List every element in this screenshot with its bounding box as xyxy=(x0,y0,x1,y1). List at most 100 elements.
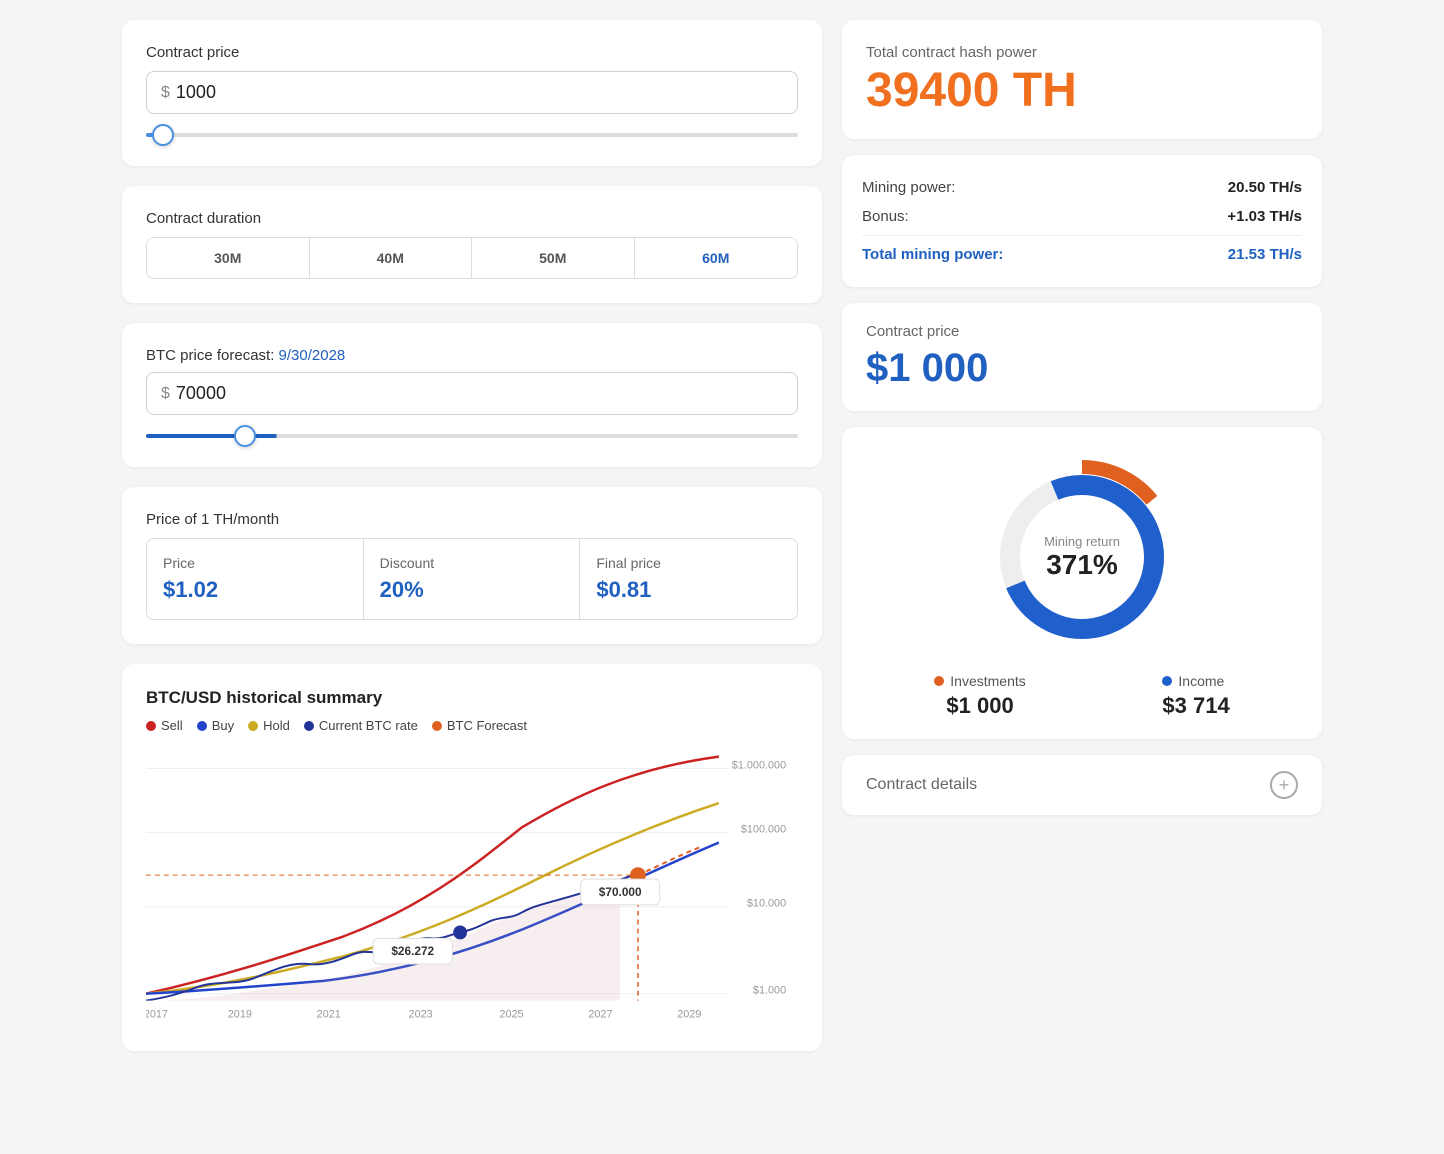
total-mining-value: 21.53 TH/s xyxy=(1228,246,1302,263)
tab-40m[interactable]: 40M xyxy=(310,238,473,278)
legend-buy: Buy xyxy=(197,718,234,733)
btc-forecast-label: BTC price forecast: 9/30/2028 xyxy=(146,347,798,364)
chart-svg: $1.000.000 $100.000 $10.000 $1.000 xyxy=(146,747,798,1027)
btc-forecast-date-link[interactable]: 9/30/2028 xyxy=(279,347,346,364)
chart-area: $1.000.000 $100.000 $10.000 $1.000 xyxy=(146,747,798,1027)
legend-current-btc-label: Current BTC rate xyxy=(319,718,418,733)
bonus-row: Bonus: +1.03 TH/s xyxy=(862,202,1302,231)
svg-text:$26.272: $26.272 xyxy=(391,944,434,958)
svg-text:2021: 2021 xyxy=(317,1008,341,1020)
income-legend: Income $3 714 xyxy=(1162,673,1229,719)
investments-legend-label: Investments xyxy=(934,673,1025,689)
contract-duration-label: Contract duration xyxy=(146,210,798,227)
legend-buy-label: Buy xyxy=(212,718,234,733)
donut-card: Mining return 371% Investments $1 000 In… xyxy=(842,427,1322,739)
chart-legend: Sell Buy Hold Current BTC rate BTC Forec… xyxy=(146,718,798,733)
hash-label: Total contract hash power xyxy=(866,44,1298,61)
legend-hold-label: Hold xyxy=(263,718,290,733)
btc-price-input-box: $ 70000 xyxy=(146,372,798,415)
duration-tabs: 30M 40M 50M 60M xyxy=(146,237,798,279)
investments-value: $1 000 xyxy=(934,693,1025,719)
bonus-value: +1.03 TH/s xyxy=(1227,208,1302,225)
th-price-label: Price of 1 TH/month xyxy=(146,511,798,528)
btc-price-display: 70000 xyxy=(176,383,226,404)
legend-btc-forecast-dot xyxy=(432,721,442,731)
contract-price-slider-wrap xyxy=(146,124,798,142)
btc-forecast-card: BTC price forecast: 9/30/2028 $ 70000 xyxy=(122,323,822,467)
hash-power-card: Total contract hash power 39400 TH xyxy=(842,20,1322,139)
contract-currency-symbol: $ xyxy=(161,84,170,102)
svg-text:2019: 2019 xyxy=(228,1008,252,1020)
main-container: Contract price $ 1000 Contract duration … xyxy=(122,20,1322,1051)
chart-title: BTC/USD historical summary xyxy=(146,688,798,708)
svg-text:2025: 2025 xyxy=(499,1008,523,1020)
svg-text:$100.000: $100.000 xyxy=(741,824,786,836)
mining-power-label: Mining power: xyxy=(862,179,955,196)
price-cell-discount-value: 20% xyxy=(380,577,564,603)
btc-price-slider-wrap xyxy=(146,425,798,443)
donut-center: Mining return 371% xyxy=(1044,534,1120,581)
btc-currency-symbol: $ xyxy=(161,385,170,403)
contract-price-section-label: Contract price xyxy=(146,44,798,61)
th-price-card: Price of 1 TH/month Price $1.02 Discount… xyxy=(122,487,822,644)
legend-hold: Hold xyxy=(248,718,290,733)
income-dot xyxy=(1162,676,1172,686)
income-legend-label: Income xyxy=(1162,673,1229,689)
mining-divider xyxy=(862,235,1302,236)
tab-60m[interactable]: 60M xyxy=(635,238,798,278)
legend-btc-forecast: BTC Forecast xyxy=(432,718,527,733)
donut-return-value: 371% xyxy=(1044,549,1120,581)
legend-current-btc: Current BTC rate xyxy=(304,718,418,733)
svg-text:$10.000: $10.000 xyxy=(747,898,786,910)
legend-buy-dot xyxy=(197,721,207,731)
price-cell-final-value: $0.81 xyxy=(596,577,781,603)
price-cell-final: Final price $0.81 xyxy=(580,539,797,619)
tab-30m[interactable]: 30M xyxy=(147,238,310,278)
legend-sell-dot xyxy=(146,721,156,731)
mining-power-row: Mining power: 20.50 TH/s xyxy=(862,173,1302,202)
contract-price-input-box: $ 1000 xyxy=(146,71,798,114)
legend-sell-label: Sell xyxy=(161,718,183,733)
contract-price-slider[interactable] xyxy=(146,133,798,137)
price-cell-price-value: $1.02 xyxy=(163,577,347,603)
contract-price-display-label: Contract price xyxy=(866,323,1298,340)
legend-current-btc-dot xyxy=(304,721,314,731)
contract-details-row[interactable]: Contract details + xyxy=(842,755,1322,815)
donut-legend: Investments $1 000 Income $3 714 xyxy=(866,673,1298,719)
income-value: $3 714 xyxy=(1162,693,1229,719)
svg-text:2017: 2017 xyxy=(146,1008,168,1020)
right-panel: Total contract hash power 39400 TH Minin… xyxy=(842,20,1322,1051)
legend-hold-dot xyxy=(248,721,258,731)
svg-text:2027: 2027 xyxy=(588,1008,612,1020)
tab-50m[interactable]: 50M xyxy=(472,238,635,278)
legend-btc-forecast-label: BTC Forecast xyxy=(447,718,527,733)
contract-price-display-value: $1 000 xyxy=(866,346,1298,391)
left-panel: Contract price $ 1000 Contract duration … xyxy=(122,20,822,1051)
bonus-label: Bonus: xyxy=(862,208,909,225)
price-cell-price: Price $1.02 xyxy=(147,539,364,619)
chart-card: BTC/USD historical summary Sell Buy Hold… xyxy=(122,664,822,1051)
investments-legend: Investments $1 000 xyxy=(934,673,1025,719)
svg-text:$1.000: $1.000 xyxy=(753,985,786,997)
svg-text:$70.000: $70.000 xyxy=(599,885,642,899)
total-mining-label: Total mining power: xyxy=(862,246,1003,263)
contract-price-display: 1000 xyxy=(176,82,216,103)
contract-duration-card: Contract duration 30M 40M 50M 60M xyxy=(122,186,822,303)
legend-sell: Sell xyxy=(146,718,183,733)
mining-power-value: 20.50 TH/s xyxy=(1228,179,1302,196)
expand-icon[interactable]: + xyxy=(1270,771,1298,799)
hash-value: 39400 TH xyxy=(866,67,1298,115)
total-mining-row: Total mining power: 21.53 TH/s xyxy=(862,240,1302,269)
price-cell-price-label: Price xyxy=(163,555,347,571)
svg-text:2023: 2023 xyxy=(409,1008,433,1020)
svg-text:$1.000.000: $1.000.000 xyxy=(732,759,786,771)
contract-price-display-card: Contract price $1 000 xyxy=(842,303,1322,411)
price-table: Price $1.02 Discount 20% Final price $0.… xyxy=(146,538,798,620)
btc-price-slider[interactable] xyxy=(146,434,798,438)
btc-current-dot xyxy=(453,926,467,940)
svg-text:2029: 2029 xyxy=(677,1008,701,1020)
price-cell-discount: Discount 20% xyxy=(364,539,581,619)
donut-return-label: Mining return xyxy=(1044,534,1120,549)
price-cell-final-label: Final price xyxy=(596,555,781,571)
donut-wrap: Mining return 371% xyxy=(866,457,1298,657)
